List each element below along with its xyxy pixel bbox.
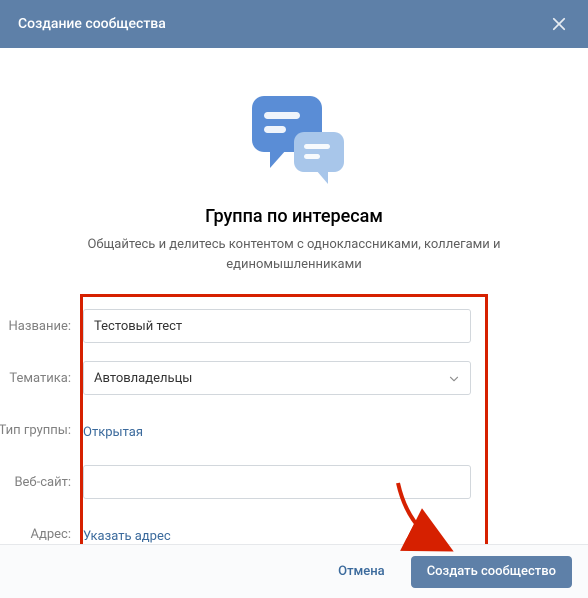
website-input[interactable] (83, 465, 471, 499)
label-website: Веб-сайт: (0, 475, 83, 490)
row-topic: Тематика: (83, 361, 471, 395)
page-heading: Группа по интересам (40, 206, 548, 227)
cancel-button[interactable]: Отмена (322, 556, 401, 588)
modal-footer: Отмена Создать сообщество (0, 544, 588, 598)
create-community-button[interactable]: Создать сообщество (411, 556, 572, 588)
modal-title: Создание сообщества (18, 16, 166, 32)
label-group-type: Тип группы: (0, 423, 83, 438)
row-website: Веб-сайт: (83, 465, 471, 499)
form-area: Название: Тематика: Тип группы: (80, 294, 488, 574)
name-input[interactable] (83, 309, 471, 343)
label-address: Адрес: (0, 527, 83, 542)
label-topic: Тематика: (0, 371, 83, 386)
modal-header: Создание сообщества (0, 0, 588, 48)
chat-bubbles-illustration (234, 88, 354, 188)
row-group-type: Тип группы: Открытая (83, 413, 471, 447)
label-name: Название: (0, 319, 83, 334)
address-link[interactable]: Указать адрес (83, 529, 171, 544)
close-icon[interactable] (548, 13, 570, 35)
page-subheading: Общайтесь и делитесь контентом с однокла… (40, 235, 548, 274)
topic-select[interactable] (83, 361, 471, 395)
row-name: Название: (83, 309, 471, 343)
group-type-link[interactable]: Открытая (83, 425, 143, 440)
modal-body: Группа по интересам Общайтесь и делитесь… (0, 48, 588, 574)
